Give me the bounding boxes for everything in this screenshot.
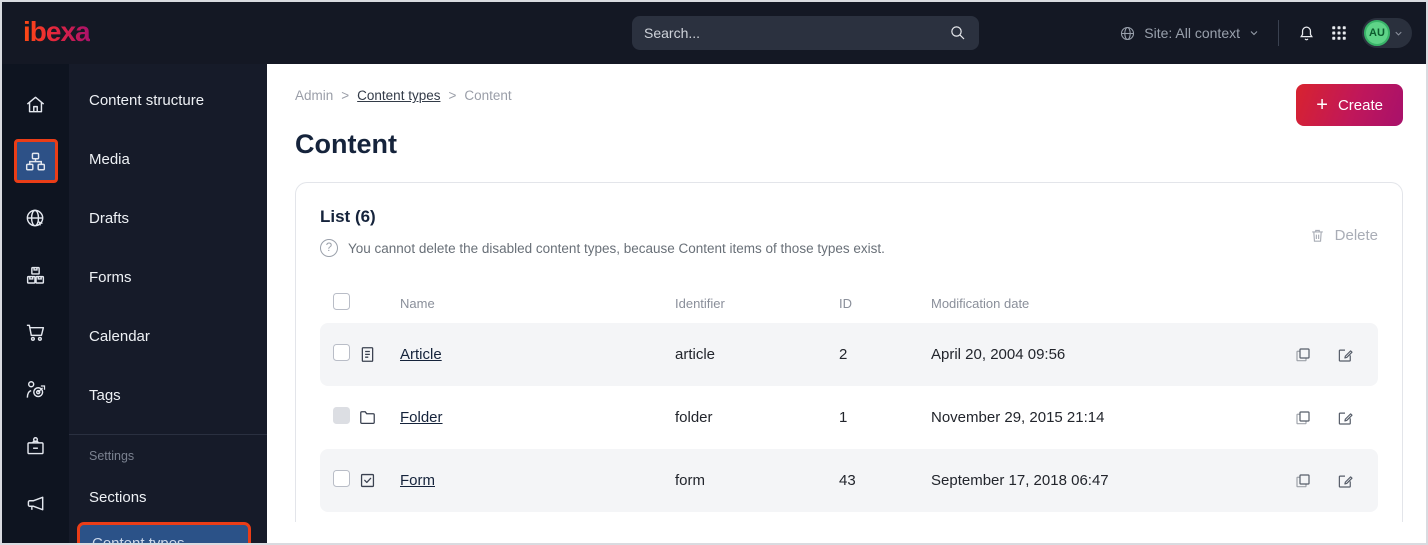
row-checkbox[interactable]	[333, 470, 350, 487]
info-text: You cannot delete the disabled content t…	[348, 240, 885, 256]
table-row: Article article 2 April 20, 2004 09:56	[320, 323, 1378, 386]
identifier-cell: article	[675, 346, 716, 363]
search-icon[interactable]	[949, 24, 967, 42]
site-management-icon[interactable]	[14, 196, 58, 240]
content-type-link[interactable]: Article	[400, 346, 442, 363]
create-button[interactable]: + Create	[1296, 84, 1403, 126]
breadcrumb-separator: >	[448, 88, 457, 103]
copy-icon[interactable]	[1294, 409, 1336, 427]
notifications-bell-icon[interactable]	[1297, 24, 1316, 43]
edit-icon[interactable]	[1336, 472, 1378, 490]
user-menu[interactable]: AU	[1362, 18, 1412, 48]
column-id: ID	[839, 295, 852, 311]
avatar: AU	[1364, 20, 1390, 46]
column-modification-date: Modification date	[931, 295, 1030, 311]
icon-rail	[2, 64, 69, 543]
home-icon[interactable]	[14, 82, 58, 126]
content-structure-icon[interactable]	[13, 139, 58, 183]
table-row: Form form 43 September 17, 2018 06:47	[320, 449, 1378, 512]
breadcrumb: Admin > Content types > Content	[295, 88, 1403, 103]
column-identifier: Identifier	[675, 295, 725, 311]
settings-section: Settings Sections Content types Object S…	[69, 434, 267, 543]
table-row: Folder folder 1 November 29, 2015 21:14	[320, 386, 1378, 449]
marketing-megaphone-icon[interactable]	[14, 481, 58, 525]
list-title: List (6)	[320, 207, 376, 226]
modification-date-cell: April 20, 2004 09:56	[931, 346, 1066, 363]
folder-icon	[358, 408, 400, 427]
sidebar-menu: Content structure Media Drafts Forms Cal…	[69, 64, 267, 543]
breadcrumb-content: Content	[464, 88, 512, 103]
sidebar-item-tags[interactable]: Tags	[69, 375, 267, 416]
search-input[interactable]	[644, 25, 949, 41]
info-row: ? You cannot delete the disabled content…	[320, 239, 1378, 257]
create-button-label: Create	[1337, 96, 1383, 114]
ibexa-admin-screen: ibexa Site: All context	[0, 0, 1428, 545]
help-icon: ?	[320, 239, 338, 257]
ibexa-logo[interactable]: ibexa	[23, 16, 91, 48]
modification-date-cell: November 29, 2015 21:14	[931, 409, 1105, 426]
plus-icon: +	[1316, 94, 1328, 116]
topbar: ibexa Site: All context	[2, 2, 1426, 64]
delete-button-label: Delete	[1334, 227, 1378, 244]
copy-icon[interactable]	[1294, 346, 1336, 364]
identifier-cell: folder	[675, 409, 713, 426]
sidebar-item-media[interactable]: Media	[69, 139, 267, 180]
sidebar-item-forms[interactable]: Forms	[69, 257, 267, 298]
breadcrumb-separator: >	[341, 88, 350, 103]
id-cell: 2	[839, 346, 848, 363]
settings-section-label: Settings	[89, 449, 135, 463]
identifier-cell: form	[675, 472, 705, 489]
site-context-label: Site: All context	[1144, 25, 1240, 41]
sidebar-item-drafts[interactable]: Drafts	[69, 198, 267, 239]
content-types-list-card: List (6) ? You cannot delete the disable…	[295, 182, 1403, 522]
product-catalog-icon[interactable]	[14, 253, 58, 297]
edit-icon[interactable]	[1336, 346, 1378, 364]
column-name: Name	[400, 295, 435, 311]
breadcrumb-content-types[interactable]: Content types	[357, 88, 440, 103]
apps-grid-icon[interactable]	[1330, 24, 1348, 42]
commerce-cart-icon[interactable]	[14, 310, 58, 354]
sidebar-item-content-structure[interactable]: Content structure	[69, 80, 267, 121]
breadcrumb-admin: Admin	[295, 88, 334, 103]
row-checkbox-disabled	[333, 407, 350, 424]
edit-icon[interactable]	[1336, 409, 1378, 427]
content-type-link[interactable]: Form	[400, 472, 435, 489]
table-header: Name Identifier ID Modification date	[320, 283, 1378, 323]
admin-badge-icon[interactable]	[14, 424, 58, 468]
main-content: Admin > Content types > Content + Create…	[267, 64, 1426, 543]
id-cell: 43	[839, 472, 856, 489]
content-types-table: Name Identifier ID Modification date Art…	[320, 283, 1378, 512]
select-all-checkbox[interactable]	[333, 293, 350, 310]
content-type-link[interactable]: Folder	[400, 409, 443, 426]
form-icon	[358, 471, 400, 490]
chevron-down-icon	[1248, 27, 1260, 39]
delete-button[interactable]: Delete	[1309, 227, 1378, 244]
chevron-down-icon	[1393, 28, 1404, 39]
modification-date-cell: September 17, 2018 06:47	[931, 472, 1109, 489]
id-cell: 1	[839, 409, 848, 426]
sidebar-item-sections[interactable]: Sections	[69, 477, 267, 518]
globe-icon	[1119, 25, 1136, 42]
row-checkbox[interactable]	[333, 344, 350, 361]
topbar-divider	[1278, 20, 1279, 46]
sidebar-item-content-types[interactable]: Content types	[77, 522, 251, 543]
site-context-selector[interactable]: Site: All context	[1119, 25, 1260, 42]
page-title: Content	[295, 129, 397, 159]
sidebar-item-calendar[interactable]: Calendar	[69, 316, 267, 357]
topbar-right: Site: All context AU	[1119, 2, 1412, 64]
personalization-icon[interactable]	[14, 367, 58, 411]
trash-icon	[1309, 227, 1326, 244]
search-bar[interactable]	[632, 16, 979, 50]
article-icon	[358, 345, 400, 364]
copy-icon[interactable]	[1294, 472, 1336, 490]
